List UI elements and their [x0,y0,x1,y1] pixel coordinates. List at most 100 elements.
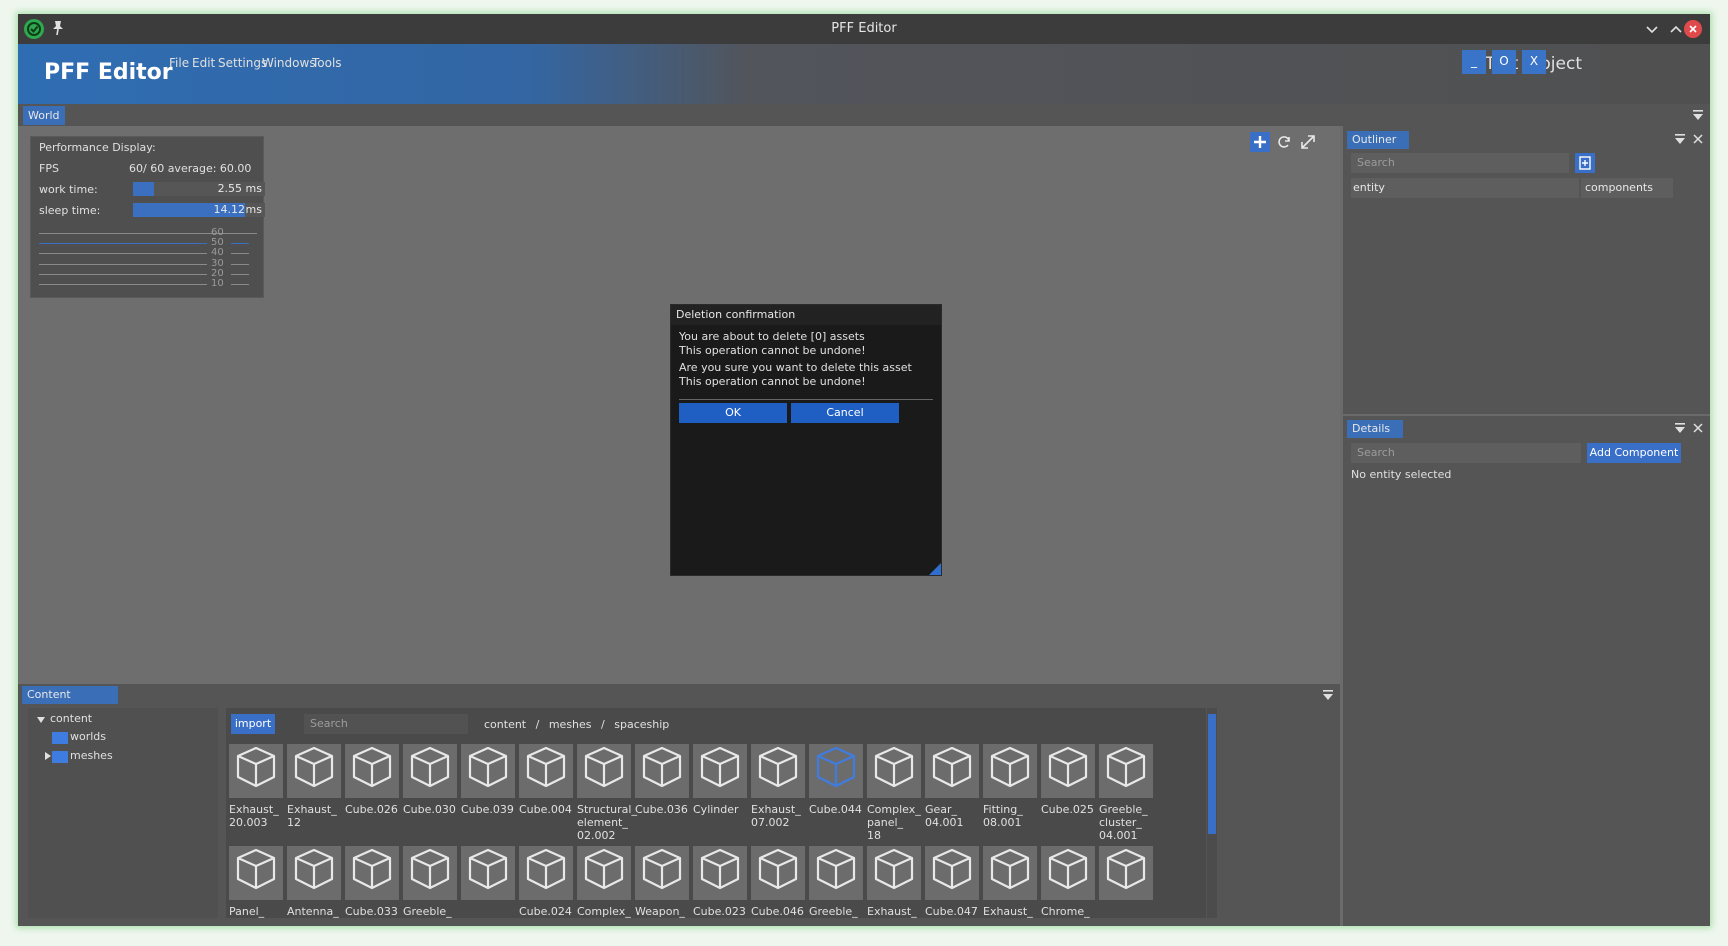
asset-tile[interactable]: Exhaust_ 12 [287,740,343,829]
asset-label: Cube.033 [345,905,398,918]
tab-world[interactable]: World [23,106,65,125]
asset-tile[interactable]: Structural_ element_ 02.002 [577,740,637,842]
dock-menu-icon[interactable] [1322,689,1334,701]
mesh-cube-icon [867,846,921,900]
dock-menu-icon[interactable] [1674,133,1686,145]
asset-tile[interactable]: Greeble_ [809,842,865,918]
chevron-up-icon[interactable] [1668,21,1684,37]
asset-tile[interactable]: Chrome_ [1041,842,1097,918]
asset-search-input[interactable]: Search [304,714,468,734]
asset-label: Gear_ 04.001 [925,803,964,829]
close-icon[interactable] [1692,422,1704,434]
add-icon[interactable] [1250,132,1270,152]
asset-tile[interactable]: Cylinder [693,740,749,816]
asset-tile[interactable]: Cube.046 [751,842,807,918]
asset-tile[interactable]: Exhaust_ [867,842,923,918]
ok-button[interactable]: OK [679,403,787,423]
window-close-icon[interactable] [1684,20,1702,38]
asset-tile[interactable]: Cube.025 [1041,740,1097,816]
close-button[interactable]: X [1522,50,1546,74]
asset-tile[interactable]: Panel_ [229,842,285,918]
chevron-down-icon[interactable] [1644,21,1660,37]
minimize-button[interactable]: _ [1462,50,1486,74]
panel-divider[interactable] [1343,414,1710,416]
asset-label: Fitting_ 08.001 [983,803,1023,829]
asset-tile[interactable]: Weapon_ [635,842,691,918]
breadcrumb-meshes[interactable]: meshes [549,718,592,731]
mesh-cube-icon [925,744,979,798]
tab-outliner[interactable]: Outliner [1347,131,1409,149]
expand-icon[interactable] [1298,132,1318,152]
asset-tile[interactable]: Greeble_ [403,842,459,918]
asset-tile[interactable] [1099,842,1155,905]
maximize-button[interactable]: O [1492,50,1516,74]
graph-line [39,284,207,285]
tab-details[interactable]: Details [1347,420,1403,438]
mesh-cube-icon [809,744,863,798]
asset-tile[interactable]: Complex_ panel_ 18 [867,740,923,842]
outliner-search-input[interactable]: Search [1351,153,1569,173]
expand-arrow-icon[interactable] [36,714,46,728]
asset-label: Exhaust_ 07.002 [751,803,801,829]
asset-label: Cube.036 [635,803,688,816]
asset-label: Exhaust_ 20.003 [229,803,279,829]
collapse-arrow-icon[interactable] [44,750,52,764]
dock-menu-icon[interactable] [1674,422,1686,434]
breadcrumb-content[interactable]: content [484,718,526,731]
add-component-button[interactable]: Add Component [1587,443,1681,463]
scrollbar-thumb[interactable] [1208,714,1216,834]
mesh-cube-icon [345,846,399,900]
tree-item-worlds[interactable]: worlds [70,730,106,743]
import-button[interactable]: import [231,714,275,734]
asset-label: Panel_ [229,905,265,918]
refresh-icon[interactable] [1274,132,1294,152]
mesh-cube-icon [809,846,863,900]
menu-settings[interactable]: Settings [218,56,267,70]
asset-label: Cube.044 [809,803,862,816]
sleep-time-label: sleep time: [39,204,101,217]
asset-tile[interactable]: Complex_ [577,842,633,918]
asset-tile[interactable]: Cube.044 [809,740,865,816]
mesh-cube-icon [635,846,689,900]
asset-tile[interactable]: Cube.026 [345,740,401,816]
sleep-time-bar: 14.12 ms [133,203,265,217]
asset-tile[interactable] [461,842,517,905]
menu-windows[interactable]: Windows [262,56,316,70]
asset-label: Chrome_ [1041,905,1090,918]
mesh-cube-icon [519,846,573,900]
menu-file[interactable]: File [169,56,189,70]
asset-tile[interactable]: Exhaust_ 20.003 [229,740,285,829]
asset-tile[interactable]: Cube.047 [925,842,981,918]
menu-tools[interactable]: Tools [312,56,342,70]
asset-tile[interactable]: Cube.030 [403,740,459,816]
tab-content-browser[interactable]: Content Browser [22,686,118,719]
asset-label: Weapon_ [635,905,685,918]
asset-tile[interactable]: Cube.004 [519,740,575,816]
asset-tile[interactable]: Exhaust_ [983,842,1039,918]
asset-tile[interactable]: Cube.024 [519,842,575,918]
asset-tile[interactable]: Fitting_ 08.001 [983,740,1039,829]
menu-edit[interactable]: Edit [192,56,215,70]
asset-tile[interactable]: Cube.039 [461,740,517,816]
cancel-button[interactable]: Cancel [791,403,899,423]
asset-scrollbar[interactable] [1207,708,1217,918]
mesh-cube-icon [519,744,573,798]
asset-tile[interactable]: Cube.036 [635,740,691,816]
asset-tile[interactable]: Cube.023 [693,842,749,918]
close-icon[interactable] [1692,133,1704,145]
mesh-cube-icon [229,846,283,900]
asset-tile[interactable]: Cube.033 [345,842,401,918]
tree-item-meshes[interactable]: meshes [70,749,113,762]
details-search-input[interactable]: Search [1351,443,1581,463]
tree-item-content[interactable]: content [50,712,92,725]
dock-menu-icon[interactable] [1692,109,1704,121]
world-viewport[interactable]: Performance Display: FPS 60/ 60 average:… [18,126,1340,684]
resize-grip[interactable] [929,563,941,575]
add-entity-icon[interactable] [1575,153,1595,173]
graph-line [39,274,207,275]
asset-label: Cube.039 [461,803,514,816]
asset-tile[interactable]: Gear_ 04.001 [925,740,981,829]
asset-tile[interactable]: Antenna_ [287,842,343,918]
asset-tile[interactable]: Greeble_ cluster_ 04.001 [1099,740,1155,842]
asset-tile[interactable]: Exhaust_ 07.002 [751,740,807,829]
